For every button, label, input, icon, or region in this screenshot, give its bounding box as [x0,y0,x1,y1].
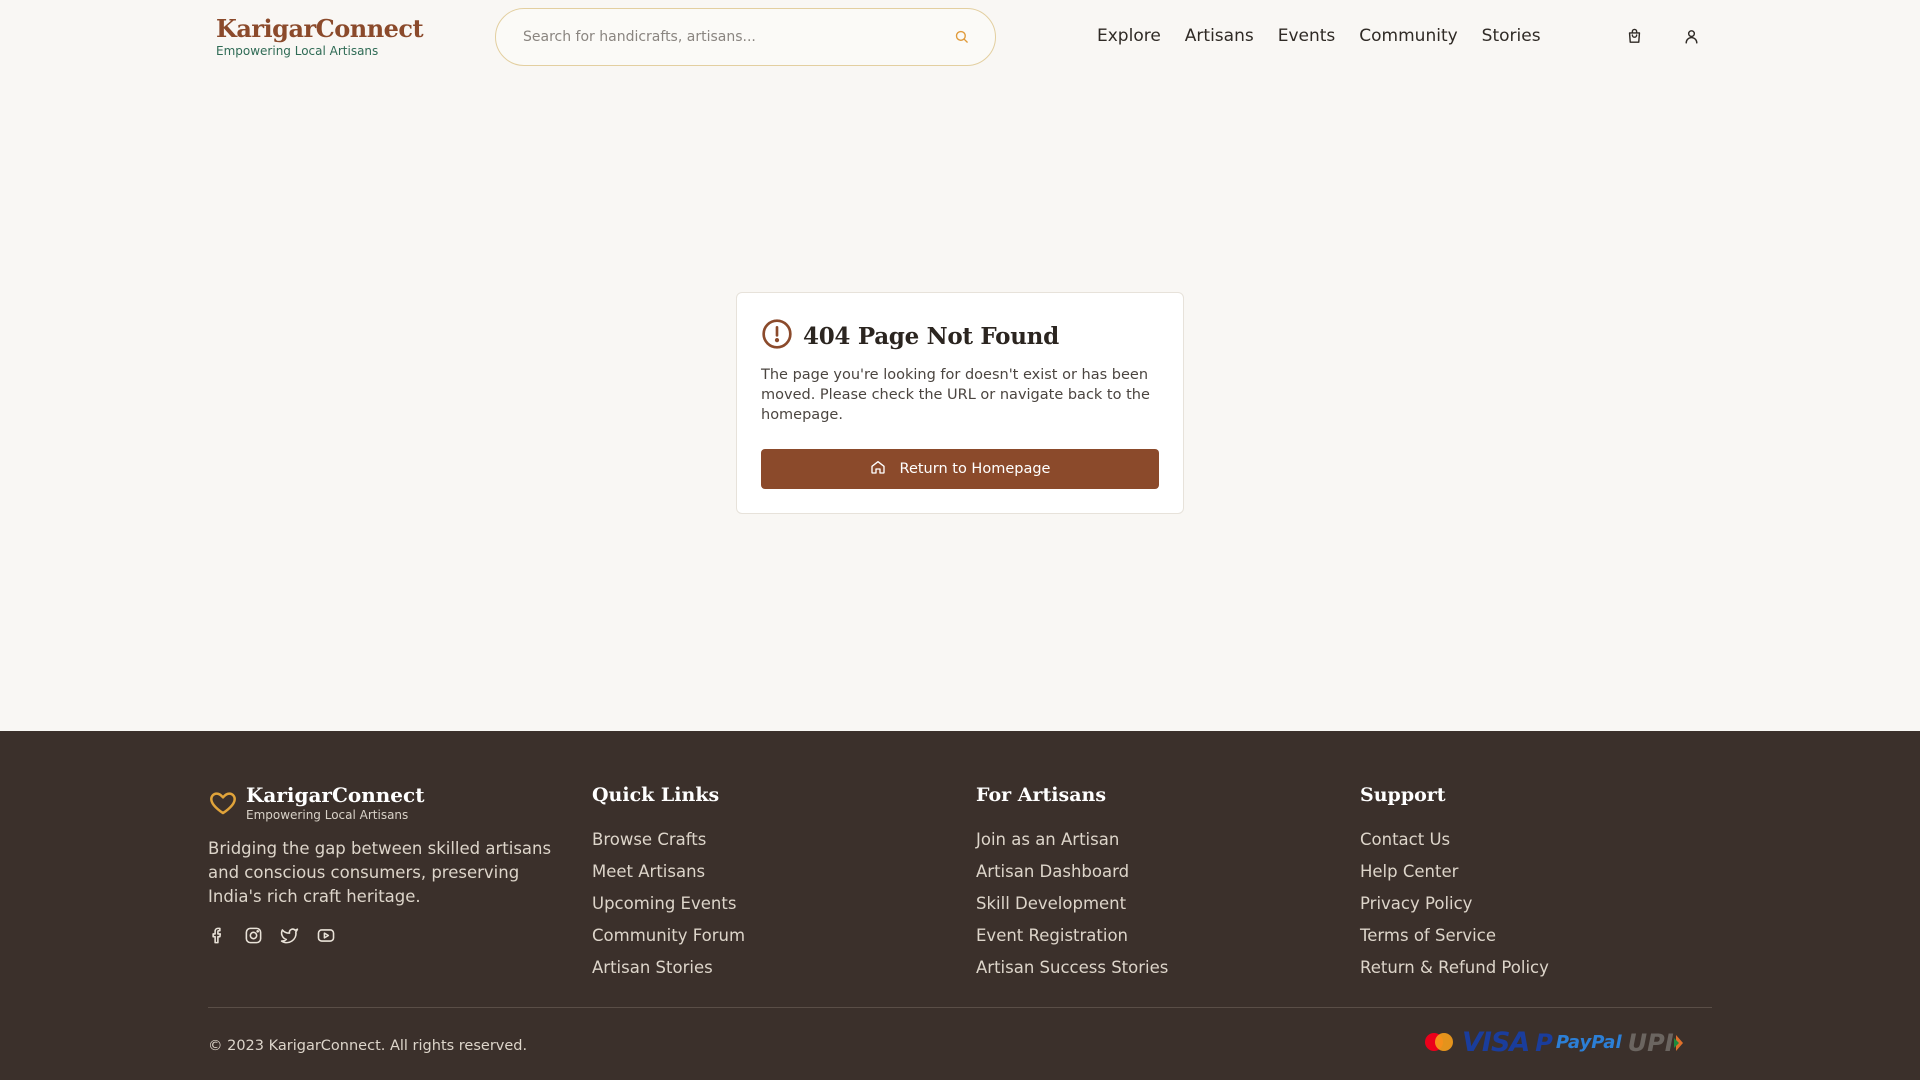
footer-link-community-forum[interactable]: Community Forum [592,920,745,952]
nav-stories[interactable]: Stories [1482,24,1541,48]
return-home-label: Return to Homepage [899,461,1051,477]
instagram-icon[interactable] [244,926,263,945]
mastercard-logo [1422,1031,1456,1055]
footer-link-artisan-stories[interactable]: Artisan Stories [592,952,745,984]
home-icon [870,459,886,479]
search-bar [495,8,996,66]
footer-column-title: Quick Links [592,784,720,806]
footer-brand-title: KarigarConnect [246,783,425,807]
error-card: 404 Page Not Found The page you're looki… [736,292,1184,514]
footer-copyright: © 2023 KarigarConnect. All rights reserv… [208,1038,528,1054]
footer-description: Bridging the gap between skilled artisan… [208,839,552,906]
footer-column-title: For Artisans [976,784,1107,806]
footer-link-join-artisan[interactable]: Join as an Artisan [976,824,1168,856]
main-nav: Explore Artisans Events Community Storie… [1097,24,1541,48]
upi-logo: UPI [1628,1031,1684,1055]
footer-link-artisan-dashboard[interactable]: Artisan Dashboard [976,856,1168,888]
footer-link-refund-policy[interactable]: Return & Refund Policy [1360,952,1549,984]
payment-logos: VISA P PayPal UPI [1422,1029,1684,1057]
footer-link-privacy-policy[interactable]: Privacy Policy [1360,888,1549,920]
site-header: KarigarConnect Empowering Local Artisans… [0,0,1920,74]
footer-link-terms-of-service[interactable]: Terms of Service [1360,920,1549,952]
logo-title: KarigarConnect [216,14,424,43]
footer-link-event-registration[interactable]: Event Registration [976,920,1168,952]
footer-link-contact-us[interactable]: Contact Us [1360,824,1549,856]
footer-column-title: Support [1360,784,1446,806]
visa-logo: VISA [1462,1027,1530,1058]
footer-column-support: Support Contact Us Help Center Privacy P… [1360,783,1549,984]
site-footer: KarigarConnect Empowering Local Artisans… [0,731,1920,1080]
paypal-p-icon: P [1535,1029,1553,1057]
search-input[interactable] [523,9,923,65]
nav-explore[interactable]: Explore [1097,24,1161,48]
footer-link-upcoming-events[interactable]: Upcoming Events [592,888,745,920]
footer-link-help-center[interactable]: Help Center [1360,856,1549,888]
logo-subtitle: Empowering Local Artisans [216,44,379,58]
footer-link-browse-crafts[interactable]: Browse Crafts [592,824,745,856]
site-logo[interactable]: KarigarConnect Empowering Local Artisans [216,14,424,58]
footer-link-skill-development[interactable]: Skill Development [976,888,1168,920]
paypal-logo: P PayPal [1535,1031,1621,1055]
heart-icon [208,788,238,822]
upi-label: UPI [1627,1029,1674,1057]
error-card-header: 404 Page Not Found [761,318,1059,354]
alert-circle-icon [761,318,793,354]
cart-icon[interactable] [1626,28,1644,46]
youtube-icon[interactable] [316,926,335,945]
footer-link-meet-artisans[interactable]: Meet Artisans [592,856,745,888]
return-home-button[interactable]: Return to Homepage [761,449,1159,489]
social-links [208,926,335,945]
paypal-label: PayPal [1555,1032,1622,1053]
footer-column-for-artisans: For Artisans Join as an Artisan Artisan … [976,783,1168,984]
search-icon[interactable] [954,29,969,48]
twitter-icon[interactable] [280,926,299,945]
error-title: 404 Page Not Found [803,322,1059,350]
error-message: The page you're looking for doesn't exis… [761,367,1150,423]
facebook-icon[interactable] [208,926,227,945]
nav-community[interactable]: Community [1359,24,1457,48]
nav-artisans[interactable]: Artisans [1185,24,1254,48]
nav-events[interactable]: Events [1278,24,1336,48]
footer-brand: KarigarConnect Empowering Local Artisans [208,783,424,823]
user-icon[interactable] [1683,28,1701,46]
footer-column-quick-links: Quick Links Browse Crafts Meet Artisans … [592,783,745,984]
footer-divider [208,1007,1712,1008]
footer-link-success-stories[interactable]: Artisan Success Stories [976,952,1168,984]
footer-brand-subtitle: Empowering Local Artisans [246,808,409,822]
